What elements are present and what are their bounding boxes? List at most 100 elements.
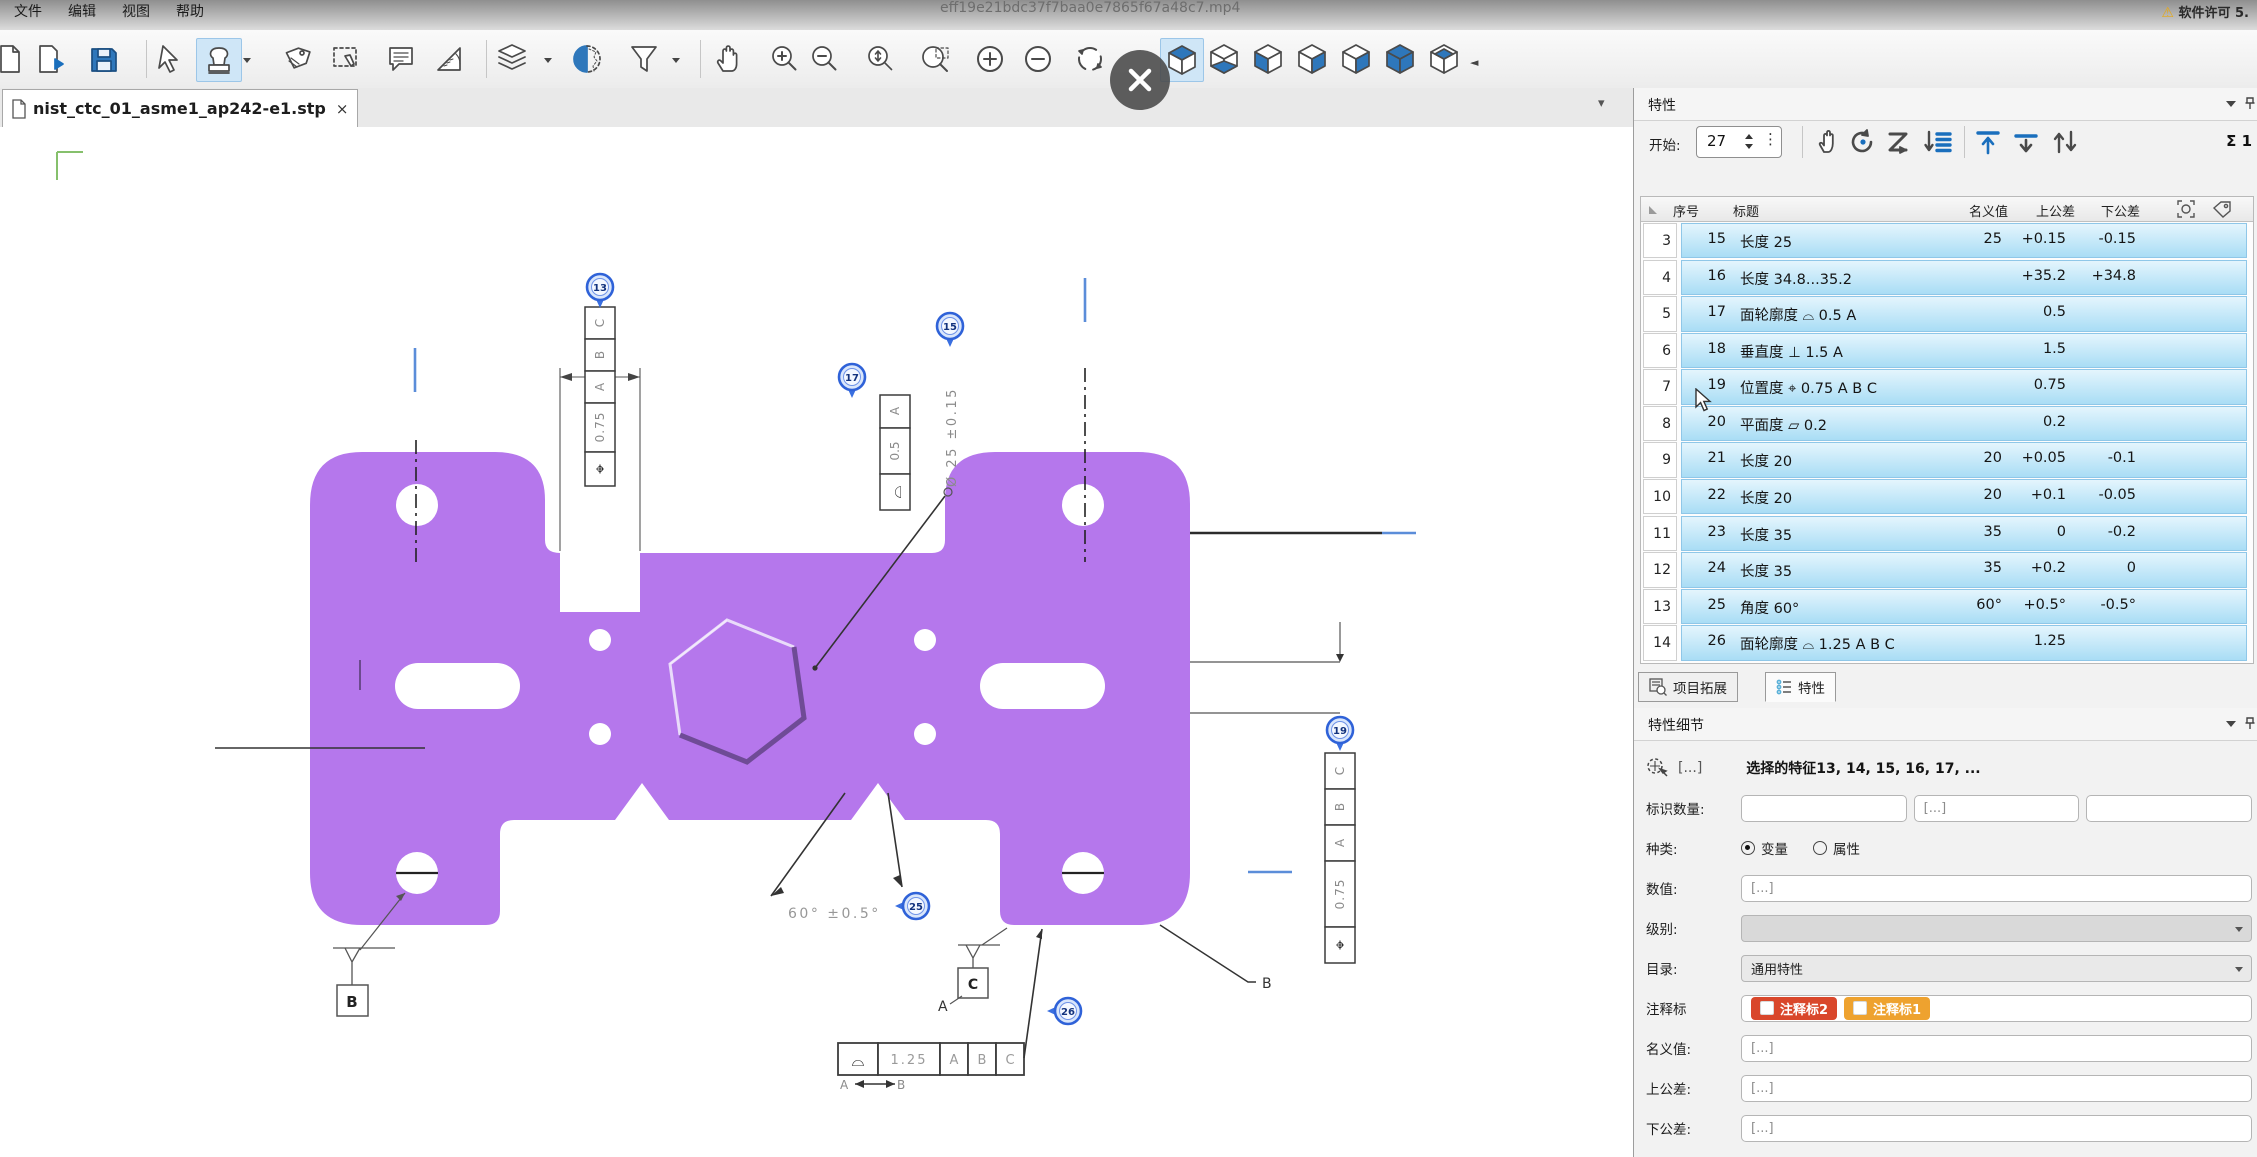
row-selection-bar[interactable]: 25角度 60°60°+0.5°-0.5° bbox=[1681, 589, 2247, 624]
move-bottom-icon[interactable] bbox=[2012, 128, 2040, 160]
tab-properties[interactable]: 特性 bbox=[1765, 672, 1836, 702]
view-cube-left[interactable] bbox=[1250, 38, 1286, 80]
canvas-menu-caret[interactable]: ▾ bbox=[1598, 96, 1605, 111]
save-icon[interactable] bbox=[86, 38, 122, 80]
details-pin-icon[interactable] bbox=[2244, 716, 2254, 730]
panel-collapse-caret[interactable] bbox=[2226, 101, 2236, 107]
open-file-icon[interactable] bbox=[34, 38, 70, 80]
filter-icon[interactable] bbox=[626, 38, 662, 80]
row-index[interactable]: 13 bbox=[1643, 589, 1677, 624]
balloon-26[interactable]: 26 bbox=[1047, 998, 1081, 1024]
tab-project-expand[interactable]: 项目拓展 bbox=[1638, 672, 1738, 702]
layers-icon[interactable] bbox=[494, 38, 530, 80]
row-selection-bar[interactable]: 15长度 2525+0.15-0.15 bbox=[1681, 223, 2247, 258]
fcf-position-top[interactable]: C B A 0.75 ⌖ bbox=[560, 307, 640, 551]
tab-close-icon[interactable]: × bbox=[336, 100, 349, 118]
license-status[interactable]: ⚠ 软件许可 5. bbox=[2161, 2, 2249, 21]
row-index[interactable]: 14 bbox=[1643, 625, 1677, 660]
row-index[interactable]: 9 bbox=[1643, 442, 1677, 477]
tag-checkbox[interactable] bbox=[1853, 1001, 1867, 1015]
table-row[interactable]: 1123长度 35350-0.2 bbox=[1641, 516, 2253, 551]
row-selection-bar[interactable]: 17面轮廓度 ⌓ 0.5 A0.5 bbox=[1681, 296, 2247, 331]
panel-pin-icon[interactable] bbox=[2244, 96, 2254, 110]
toolbar-overflow-caret[interactable]: ◄ bbox=[1470, 56, 1478, 69]
row-index[interactable]: 10 bbox=[1643, 479, 1677, 514]
select-caret-icon[interactable] bbox=[2235, 927, 2243, 932]
video-close-button[interactable] bbox=[1110, 50, 1170, 110]
detail-input[interactable]: [...] bbox=[1741, 1075, 2252, 1102]
select-cursor-icon[interactable] bbox=[152, 38, 188, 80]
balloon-13[interactable]: 13 bbox=[587, 274, 613, 308]
row-index[interactable]: 12 bbox=[1643, 552, 1677, 587]
new-file-icon[interactable] bbox=[0, 38, 28, 80]
select-caret-icon[interactable] bbox=[2235, 967, 2243, 972]
section-view-icon[interactable] bbox=[570, 38, 606, 80]
view-cube-front[interactable] bbox=[1382, 38, 1418, 80]
radio-icon[interactable] bbox=[1813, 841, 1827, 855]
table-row[interactable]: 416长度 34.8...35.2+35.2+34.8 bbox=[1641, 260, 2253, 295]
annotation-tag[interactable]: 注释标2 bbox=[1751, 997, 1837, 1020]
col-lower[interactable]: 下公差 bbox=[2084, 201, 2140, 220]
col-title[interactable]: 标题 bbox=[1733, 201, 1759, 220]
table-row[interactable]: 820平面度 ▱ 0.20.2 bbox=[1641, 406, 2253, 441]
annotation-tag[interactable]: 注释标1 bbox=[1844, 997, 1930, 1020]
detail-input[interactable]: [...] bbox=[1741, 1115, 2252, 1142]
radio-icon[interactable] bbox=[1741, 841, 1755, 855]
detail-input[interactable]: [...] bbox=[1741, 1035, 2252, 1062]
properties-panel-header[interactable]: 特性 bbox=[1634, 88, 2257, 121]
view-cube-front-right[interactable] bbox=[1338, 38, 1374, 80]
detail-input[interactable]: [...] bbox=[1741, 875, 2252, 902]
row-selection-bar[interactable]: 26面轮廓度 ⌓ 1.25 A B C1.25 bbox=[1681, 625, 2247, 660]
table-row[interactable]: 1325角度 60°60°+0.5°-0.5° bbox=[1641, 589, 2253, 624]
detail-select[interactable] bbox=[1741, 915, 2252, 942]
details-collapse-caret[interactable] bbox=[2226, 721, 2236, 727]
refresh-icon[interactable] bbox=[1072, 38, 1108, 80]
increase-icon[interactable] bbox=[972, 38, 1008, 80]
stamp-tool-icon[interactable] bbox=[196, 38, 242, 82]
details-panel-header[interactable]: 特性细节 bbox=[1634, 708, 2257, 741]
col-capture-icon[interactable] bbox=[2177, 200, 2195, 222]
view-cube-bottom[interactable] bbox=[1206, 38, 1242, 80]
row-selection-bar[interactable]: 20平面度 ▱ 0.20.2 bbox=[1681, 406, 2247, 441]
detail-input[interactable] bbox=[2086, 795, 2252, 822]
zoom-window-icon[interactable] bbox=[918, 38, 954, 80]
balloon-15[interactable]: 15 bbox=[937, 313, 963, 347]
row-selection-bar[interactable]: 22长度 2020+0.1-0.05 bbox=[1681, 479, 2247, 514]
radio-option[interactable]: 属性 bbox=[1813, 838, 1860, 858]
table-row[interactable]: 1224长度 3535+0.20 bbox=[1641, 552, 2253, 587]
stamp-dropdown-caret[interactable] bbox=[243, 58, 251, 63]
view-cube-right[interactable] bbox=[1294, 38, 1330, 80]
label-datum-b-right[interactable]: B bbox=[1160, 925, 1272, 992]
col-tag-icon[interactable] bbox=[2213, 200, 2231, 222]
menu-help[interactable]: 帮助 bbox=[176, 1, 204, 21]
tag-tool-icon[interactable] bbox=[278, 38, 314, 80]
pick-hand-icon[interactable] bbox=[1814, 128, 1842, 160]
row-index[interactable]: 3 bbox=[1643, 223, 1677, 258]
balloon-17[interactable]: 17 bbox=[839, 364, 865, 398]
selected-features-row[interactable]: [...] 选择的特征13, 14, 15, 16, 17, ... bbox=[1634, 748, 2257, 788]
detail-input[interactable]: [...] bbox=[1914, 795, 2080, 822]
menu-edit[interactable]: 编辑 bbox=[68, 1, 96, 21]
row-selection-bar[interactable]: 21长度 2020+0.05-0.1 bbox=[1681, 442, 2247, 477]
z-sort-icon[interactable] bbox=[1886, 128, 1914, 160]
row-index[interactable]: 7 bbox=[1643, 369, 1677, 404]
table-row[interactable]: 719位置度 ⌖ 0.75 A B C0.75 bbox=[1641, 369, 2253, 404]
table-row[interactable]: 315长度 2525+0.15-0.15 bbox=[1641, 223, 2253, 258]
layers-dropdown-caret[interactable] bbox=[544, 58, 552, 63]
table-row[interactable]: 1426面轮廓度 ⌓ 1.25 A B C1.25 bbox=[1641, 625, 2253, 660]
marquee-select-icon[interactable] bbox=[328, 38, 364, 80]
row-index[interactable]: 4 bbox=[1643, 260, 1677, 295]
document-tab[interactable]: nist_ctc_01_asme1_ap242-e1.stp × bbox=[2, 89, 358, 127]
spin-down-icon[interactable] bbox=[1745, 144, 1753, 149]
properties-table-header[interactable]: 序号 标题 名义值 上公差 下公差 bbox=[1641, 197, 2253, 222]
row-index[interactable]: 6 bbox=[1643, 333, 1677, 368]
spin-up-icon[interactable] bbox=[1745, 134, 1753, 139]
tags-field[interactable]: 注释标2 注释标1 bbox=[1741, 995, 2252, 1022]
sort-corner-icon[interactable] bbox=[1649, 206, 1657, 214]
filter-dropdown-caret[interactable] bbox=[672, 58, 680, 63]
row-selection-bar[interactable]: 19位置度 ⌖ 0.75 A B C0.75 bbox=[1681, 369, 2247, 404]
reorder-icon[interactable] bbox=[1849, 128, 1877, 160]
balloon-25[interactable]: 25 bbox=[895, 893, 929, 919]
view-cube-iso[interactable] bbox=[1426, 38, 1462, 80]
row-index[interactable]: 11 bbox=[1643, 516, 1677, 551]
